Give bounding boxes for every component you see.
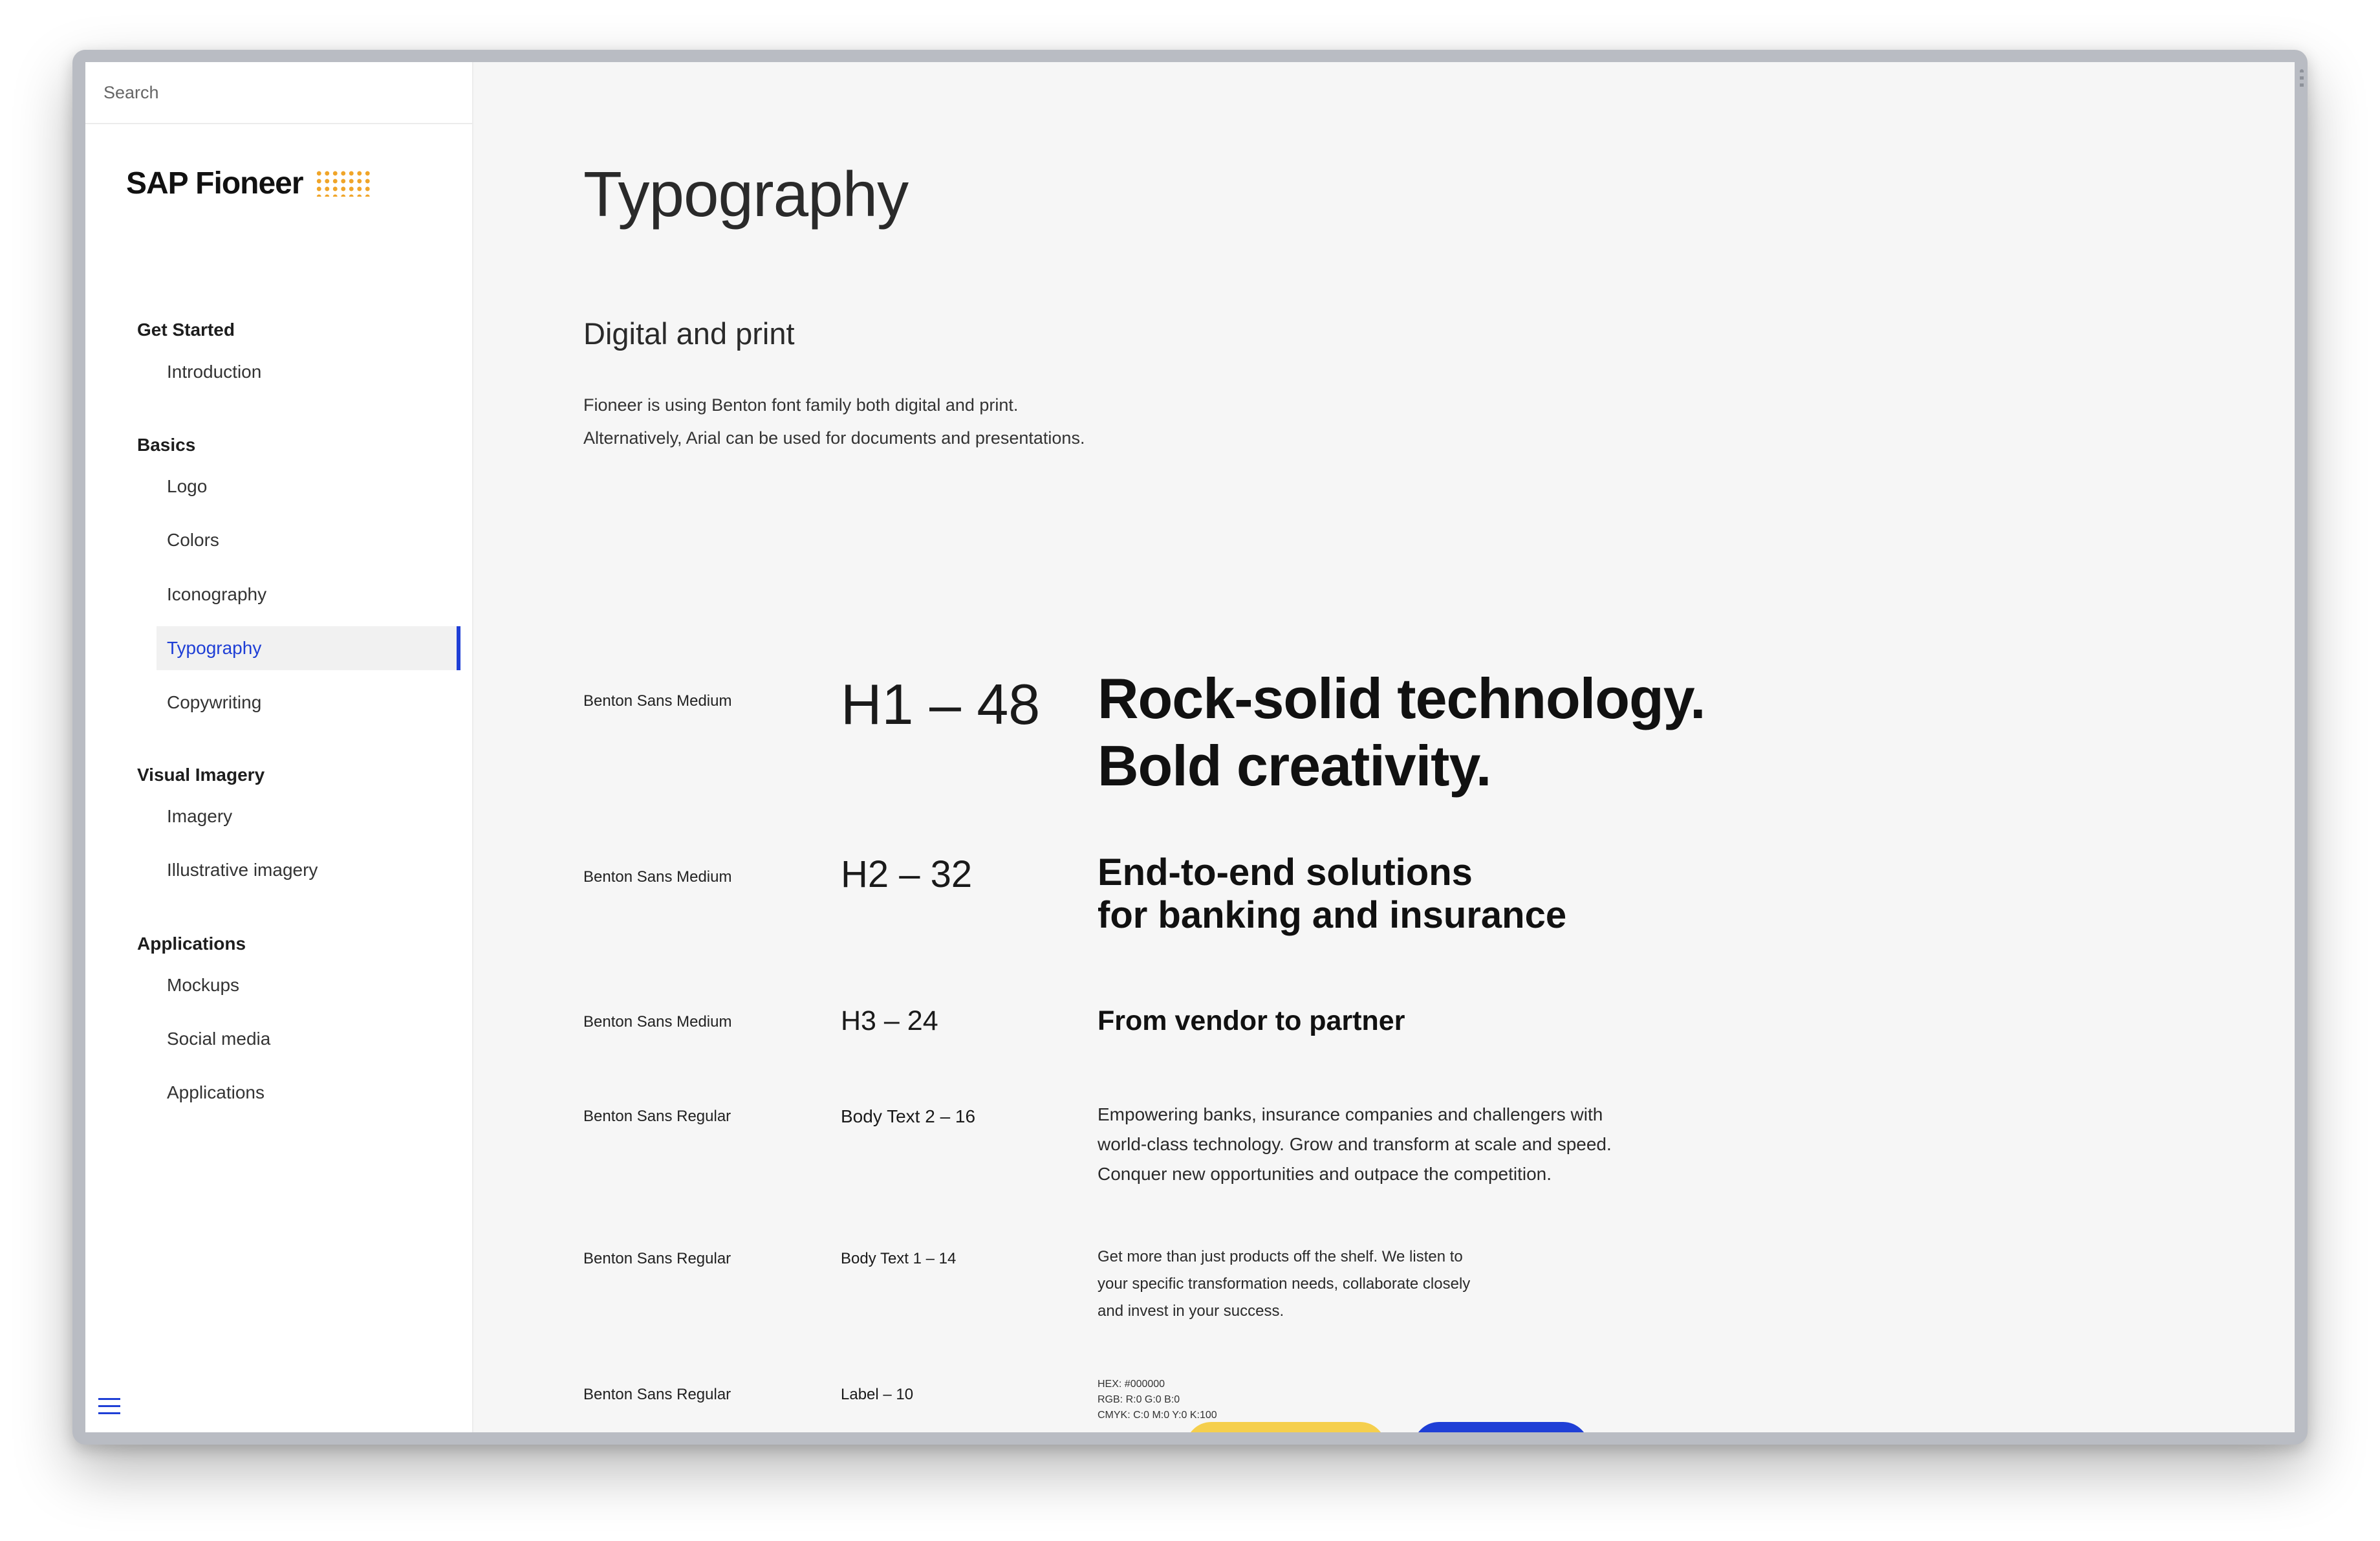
sidebar-item-imagery[interactable]: Imagery [157, 794, 460, 838]
sidebar-item-typography[interactable]: Typography [157, 626, 460, 670]
sample-line: From vendor to partner [1098, 1005, 1405, 1036]
font-name: Benton Sans Regular [583, 1250, 731, 1267]
intro-text: Fioneer is using Benton font family both… [583, 389, 1085, 455]
nav-section-get-started: Get Started [137, 320, 235, 340]
blue-pill-button[interactable] [1413, 1422, 1589, 1432]
main-content: Typography Digital and print Fioneer is … [472, 62, 2295, 1432]
type-spec: H1 – 48 [841, 672, 1041, 736]
sample-line: Rock-solid technology. [1098, 666, 1706, 730]
sample-line: Get more than just products off the shel… [1098, 1248, 1463, 1265]
logo-dots-icon [314, 169, 372, 197]
type-spec: H3 – 24 [841, 1005, 938, 1036]
type-spec: Label – 10 [841, 1386, 914, 1403]
intro-line: Alternatively, Arial can be used for doc… [583, 428, 1085, 448]
sample-line: RGB: R:0 G:0 B:0 [1098, 1394, 1180, 1405]
sample-line: End-to-end solutions [1098, 851, 1473, 893]
sidebar-item-copywriting[interactable]: Copywriting [157, 681, 460, 725]
yellow-pill-button[interactable] [1185, 1422, 1386, 1432]
sample-line: Conquer new opportunities and outpace th… [1098, 1164, 1552, 1184]
font-name: Benton Sans Regular [583, 1108, 731, 1125]
page-title: Typography [583, 158, 909, 230]
type-sample-body-2: Empowering banks, insurance companies an… [1098, 1100, 1612, 1189]
logo[interactable]: SAP Fioneer [126, 160, 372, 206]
font-name: Benton Sans Medium [583, 1013, 732, 1031]
sidebar-item-colors[interactable]: Colors [157, 518, 460, 562]
type-spec: Body Text 1 – 14 [841, 1250, 957, 1267]
intro-line: Fioneer is using Benton font family both… [583, 395, 1019, 415]
type-sample-h1: Rock-solid technology. Bold creativity. [1098, 665, 1706, 800]
logo-wordmark: SAP Fioneer [126, 166, 304, 201]
sidebar-item-illustrative-imagery[interactable]: Illustrative imagery [157, 848, 460, 892]
font-name: Benton Sans Medium [583, 868, 732, 886]
sample-line: HEX: #000000 [1098, 1379, 1165, 1390]
sample-line: CMYK: C:0 M:0 Y:0 K:100 [1098, 1410, 1217, 1421]
search-input[interactable] [103, 75, 453, 110]
sidebar: SAP Fioneer Get Started Introduction Bas… [85, 62, 473, 1432]
sidebar-item-introduction[interactable]: Introduction [157, 350, 460, 394]
search-bar [85, 62, 472, 124]
type-sample-h3: From vendor to partner [1098, 1005, 1405, 1037]
type-spec: H2 – 32 [841, 853, 973, 895]
hamburger-menu-icon[interactable] [98, 1398, 120, 1416]
sample-line: Bold creativity. [1098, 734, 1491, 798]
browser-window: SAP Fioneer Get Started Introduction Bas… [72, 50, 2308, 1445]
type-sample-h2: End-to-end solutions for banking and ins… [1098, 851, 1566, 937]
type-spec: Body Text 2 – 16 [841, 1106, 976, 1126]
nav-section-applications: Applications [137, 934, 246, 954]
sample-line: your specific transformation needs, coll… [1098, 1275, 1471, 1293]
section-subtitle: Digital and print [583, 316, 795, 351]
sidebar-item-applications[interactable]: Applications [157, 1071, 460, 1115]
nav-section-visual-imagery: Visual Imagery [137, 765, 265, 785]
nav-section-basics: Basics [137, 435, 196, 455]
sidebar-item-logo[interactable]: Logo [157, 464, 460, 508]
sidebar-item-social-media[interactable]: Social media [157, 1017, 460, 1061]
sidebar-item-mockups[interactable]: Mockups [157, 963, 460, 1007]
type-sample-label: HEX: #000000 RGB: R:0 G:0 B:0 CMYK: C:0 … [1098, 1377, 1217, 1423]
sidebar-item-iconography[interactable]: Iconography [157, 573, 460, 617]
sample-line: world-class technology. Grow and transfo… [1098, 1134, 1612, 1154]
window-grip-icon[interactable] [2300, 69, 2304, 89]
app-screen: SAP Fioneer Get Started Introduction Bas… [85, 62, 2295, 1432]
sample-line: and invest in your success. [1098, 1302, 1284, 1320]
font-name: Benton Sans Medium [583, 692, 732, 710]
sample-line: Empowering banks, insurance companies an… [1098, 1104, 1603, 1124]
type-sample-body-1: Get more than just products off the shel… [1098, 1243, 1470, 1325]
font-name: Benton Sans Regular [583, 1386, 731, 1403]
sample-line: for banking and insurance [1098, 894, 1567, 936]
